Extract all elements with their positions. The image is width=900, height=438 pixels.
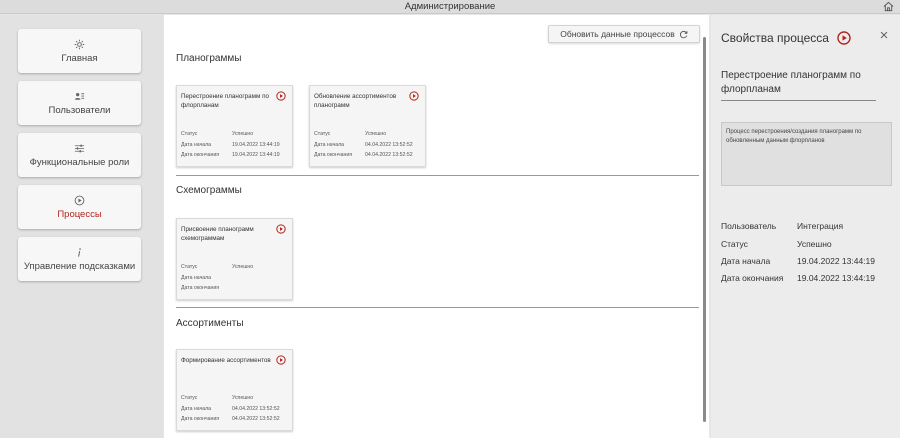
prop-label: Статус [721,239,748,249]
field-label: Дата начала [181,275,212,281]
prop-value: Интеграция [797,221,844,231]
sidebar-item-home[interactable]: Главная [18,29,141,73]
process-properties-panel: Свойства процесса × Перестроение планогр… [711,15,900,438]
start-date-value: 04.04.2022 13:52:52 [365,142,413,148]
start-date-value: 04.04.2022 13:52:52 [232,406,280,412]
panel-title: Свойства процесса [721,31,829,45]
prop-value: Успешно [797,239,832,249]
prop-value: 19.04.2022 13:44:19 [797,273,875,283]
process-card-planogram-rebuild[interactable]: Перестроение планограмм по флорпланам Ст… [176,85,293,167]
refresh-button-label: Обновить данные процессов [560,29,675,39]
sidebar-item-processes[interactable]: Процессы [18,185,141,229]
run-process-icon[interactable] [276,355,286,365]
window-title: Администрирование [404,1,496,12]
process-card-assortment-forming[interactable]: Формирование ассортиментов Статус Успешно… [176,349,293,431]
field-label: Дата окончания [181,152,220,158]
process-card-schemogram-assign[interactable]: Присвоение планограмм схемограммам Стату… [176,218,293,300]
section-title-schemograms: Схемограммы [176,185,242,196]
prop-row-end-date: Дата окончания 19.04.2022 13:44:19 [721,273,875,283]
field-label: Дата окончания [314,152,353,158]
status-value: Успешно [232,264,254,270]
sidebar-item-roles[interactable]: Функциональные роли [18,133,141,177]
close-icon[interactable]: × [877,28,891,43]
end-date-value: 19.04.2022 13:44:19 [232,152,280,158]
end-date-row: Дата окончания 19.04.2022 13:44:19 [181,152,280,158]
refresh-icon [679,30,688,38]
process-name: Перестроение планограмм по флорпланам [721,69,876,101]
field-label: Статус [181,395,198,401]
status-row: Статус Успешно [181,131,253,137]
start-date-row: Дата начала [181,275,232,281]
status-row: Статус Успешно [181,264,253,270]
field-label: Статус [181,264,198,270]
run-process-icon[interactable] [837,31,851,45]
sidebar-item-label: Управление подсказками [23,261,136,272]
process-card-assortment-update[interactable]: Обновление ассортиментов планограмм Стат… [309,85,426,167]
run-process-icon[interactable] [409,91,419,101]
process-card-title: Перестроение планограмм по флорпланам [181,93,270,109]
main-scrollbar[interactable] [703,37,706,422]
field-label: Дата начала [314,142,345,148]
sidebar: Главная Пользователи Функциональные роли [0,15,163,438]
field-label: Дата начала [181,406,212,412]
prop-row-start-date: Дата начала 19.04.2022 13:44:19 [721,256,875,266]
prop-row-status: Статус Успешно [721,239,832,249]
users-icon [74,93,85,100]
section-divider [176,175,699,176]
process-card-title: Обновление ассортиментов планограмм [314,93,397,109]
sidebar-item-label: Главная [61,53,98,64]
end-date-row: Дата окончания 04.04.2022 13:52:52 [181,416,280,422]
process-card-title: Формирование ассортиментов [181,357,271,364]
end-date-value: 04.04.2022 13:52:52 [365,152,413,158]
run-process-icon[interactable] [276,224,286,234]
process-card-title: Присвоение планограмм схемограммам [181,226,254,242]
home-icon[interactable] [883,1,894,12]
start-date-row: Дата начала 04.04.2022 13:52:52 [314,142,413,148]
gear-icon [74,39,85,50]
field-label: Дата окончания [181,416,220,422]
sidebar-item-label: Процессы [57,209,102,220]
end-date-value: 04.04.2022 13:52:52 [232,416,280,422]
section-title-planograms: Планограммы [176,53,242,64]
field-label: Дата начала [181,142,212,148]
sidebar-item-label: Пользователи [48,105,111,116]
sidebar-item-users[interactable]: Пользователи [18,81,141,125]
prop-row-user: Пользователь Интеграция [721,221,843,231]
start-date-row: Дата начала 19.04.2022 13:44:19 [181,142,280,148]
status-value: Успешно [232,395,254,401]
start-date-value: 19.04.2022 13:44:19 [232,142,280,148]
start-date-row: Дата начала 04.04.2022 13:52:52 [181,406,280,412]
end-date-row: Дата окончания [181,285,232,291]
main-content: Обновить данные процессов Планограммы Пе… [164,15,709,438]
section-divider [176,307,699,308]
process-description: Процесс перестроения/создания планограмм… [721,122,892,186]
sliders-icon [74,144,85,153]
status-row: Статус Успешно [314,131,386,137]
title-bar: Администрирование [0,0,900,14]
sidebar-item-label: Функциональные роли [29,157,130,168]
sidebar-item-hints[interactable]: Управление подсказками [18,237,141,281]
prop-label: Дата начала [721,256,771,266]
status-value: Успешно [232,131,254,137]
status-row: Статус Успешно [181,395,253,401]
prop-value: 19.04.2022 13:44:19 [797,256,875,266]
status-value: Успешно [365,131,387,137]
refresh-processes-button[interactable]: Обновить данные процессов [548,25,700,43]
play-circle-icon [74,195,85,206]
end-date-row: Дата окончания 04.04.2022 13:52:52 [314,152,413,158]
prop-label: Дата окончания [721,273,784,283]
prop-label: Пользователь [721,221,777,231]
section-title-assortments: Ассортименты [176,318,244,329]
field-label: Дата окончания [181,285,220,291]
field-label: Статус [181,131,198,137]
field-label: Статус [314,131,331,137]
info-icon [78,248,81,257]
run-process-icon[interactable] [276,91,286,101]
